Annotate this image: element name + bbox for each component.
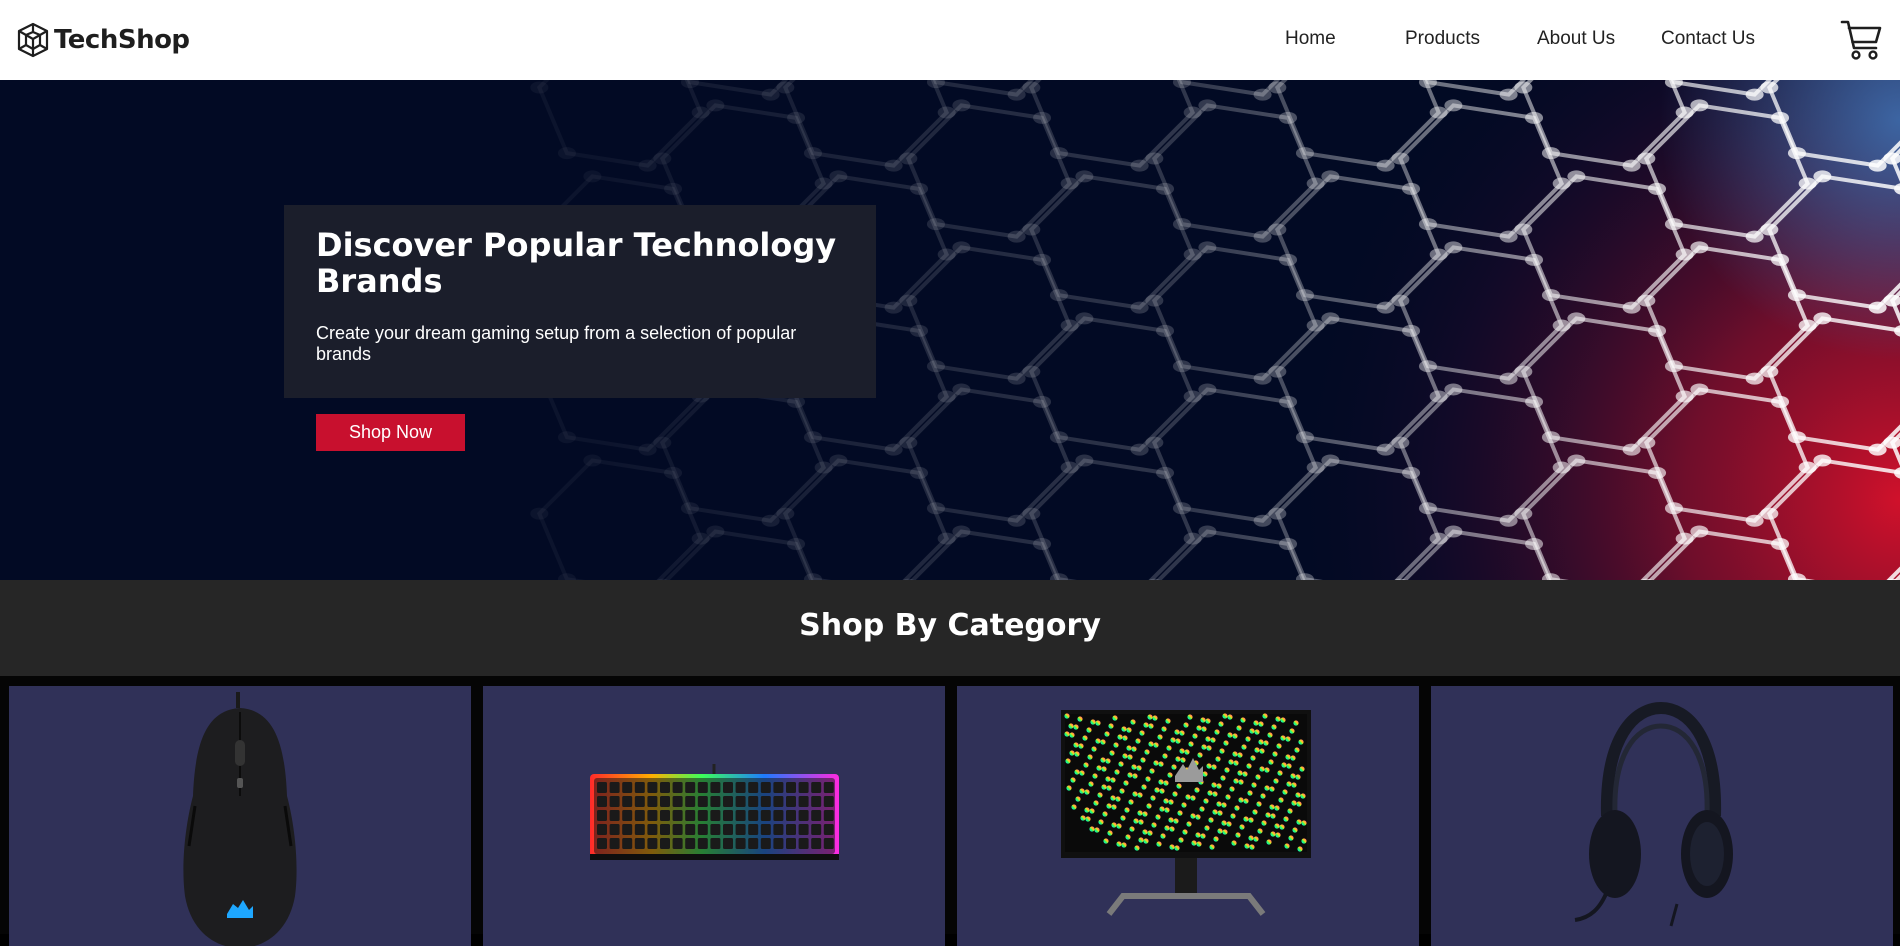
brand-name: TechShop: [54, 25, 190, 55]
monitor-icon: [1061, 710, 1311, 916]
category-card-monitor[interactable]: [957, 686, 1419, 946]
hero-text-panel: Discover Popular Technology Brands Creat…: [284, 205, 876, 398]
category-card-keyboard[interactable]: [483, 686, 945, 946]
brand-logo[interactable]: TechShop: [16, 20, 190, 60]
hero-title: Discover Popular Technology Brands: [316, 226, 837, 300]
category-card-mouse[interactable]: [9, 686, 471, 946]
hero-subtitle: Create your dream gaming setup from a se…: [316, 323, 797, 364]
site-header: TechShop Home Products About Us Contact …: [0, 0, 1900, 80]
category-cards: [0, 676, 1900, 946]
mouse-icon: [183, 692, 297, 946]
category-section-header: Shop By Category: [0, 580, 1900, 676]
shopping-cart-icon[interactable]: [1840, 18, 1882, 62]
headset-icon: [1574, 701, 1733, 927]
hero-banner: Discover Popular Technology Brands Creat…: [0, 80, 1900, 580]
logo-cube-icon: [17, 22, 49, 58]
shop-now-button[interactable]: Shop Now: [316, 414, 465, 451]
nav-products[interactable]: Products: [1405, 28, 1480, 50]
category-title: Shop By Category: [799, 608, 1101, 643]
nav-home[interactable]: Home: [1285, 28, 1336, 50]
nav-about-us[interactable]: About Us: [1537, 28, 1615, 50]
category-card-headset[interactable]: [1431, 686, 1893, 946]
nav-contact-us[interactable]: Contact Us: [1661, 28, 1755, 50]
keyboard-icon: [590, 764, 839, 860]
